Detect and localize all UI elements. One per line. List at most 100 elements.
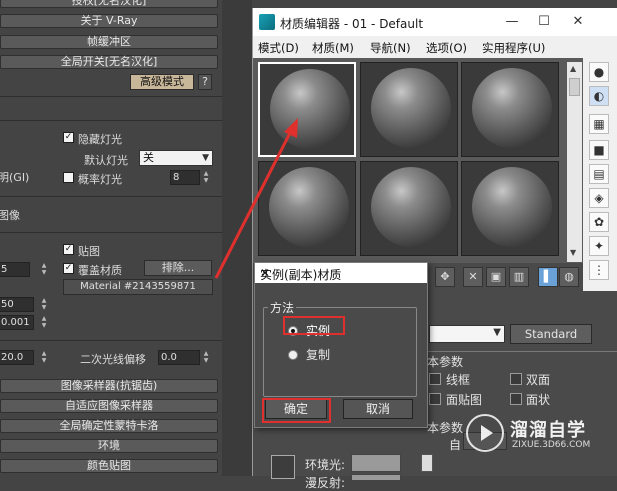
two-sided-checkbox[interactable] [510,373,522,385]
lock-ambient-diffuse-icon[interactable] [271,455,295,479]
menu-material[interactable]: 材质(M) [312,40,354,56]
rollout-global-dmc[interactable]: 全局确定性蒙特卡洛 [0,419,218,433]
video-color-icon[interactable]: ▤ [589,164,609,184]
material-sample-sphere [371,167,451,247]
options-icon[interactable]: ✿ [589,212,609,232]
spinner-icon[interactable]: ▲ ▼ [40,350,48,365]
material-sample-sphere [472,68,552,148]
default-lights-label: 默认灯光 [84,154,128,167]
secondary-ray-bias-field[interactable]: 0.0 [158,350,200,365]
advanced-mode-button[interactable]: 高级模式 [130,74,194,90]
show-in-viewport-icon[interactable]: ◍ [559,267,579,287]
3dsmax-app-icon [259,14,275,30]
diffuse-color-swatch[interactable] [351,474,401,480]
close-icon[interactable]: ✕ [260,266,421,280]
copy-radio[interactable] [288,350,298,360]
copy-option-label[interactable]: 复制 [306,346,330,363]
menu-mode[interactable]: 模式(D) [258,40,299,56]
scrollbar-thumb[interactable] [569,78,580,96]
reset-map-icon[interactable]: ✕ [463,267,483,287]
wire-checkbox[interactable] [429,373,441,385]
sample-uv-icon[interactable]: ■ [589,140,609,160]
viewport-strip [222,0,252,476]
material-sample-sphere [472,167,552,247]
material-slot-4[interactable] [258,161,356,256]
material-slot-1[interactable] [258,62,356,157]
help-button[interactable]: ? [198,74,212,90]
rollout-frame-buffer[interactable]: 帧缓冲区 [0,35,218,49]
probabilistic-lights-field[interactable]: 8 [170,170,200,185]
spinner-icon[interactable]: ▲ ▼ [202,170,210,185]
material-id-icon[interactable]: ▌ [538,267,558,287]
face-map-label: 面贴图 [446,393,483,407]
spinner-icon[interactable]: ▲ ▼ [40,262,48,277]
material-slot-2[interactable] [360,62,458,157]
material-sample-sphere [371,68,451,148]
spinner-icon[interactable]: ▲ ▼ [40,297,48,312]
menu-options[interactable]: 选项(O) [426,40,467,56]
play-logo-icon [466,414,504,452]
spinner-field[interactable]: 5 [0,262,30,277]
spinner-icon[interactable]: ▲ ▼ [202,350,210,365]
diffuse-label: 漫反射: [305,476,346,490]
default-lights-dropdown[interactable]: 关 ▼ [139,150,213,166]
put-to-library-icon[interactable]: ▥ [509,267,529,287]
menu-utilities[interactable]: 实用程序(U) [482,40,545,56]
rollout-authorization[interactable]: 授权[无名汉化] [0,0,218,8]
override-material-slot-button[interactable]: Material #2143559871 [63,279,213,295]
value-field-0001[interactable]: 0.001 [0,315,34,330]
rollout-environment[interactable]: 环境 [0,439,218,453]
maximize-icon[interactable]: ☐ [531,12,557,32]
ambient-map-button[interactable] [421,454,433,472]
material-editor-titlebar: 材质编辑器 - 01 - Default — ☐ ✕ [253,8,617,36]
exclude-button[interactable]: 排除... [144,260,212,276]
close-icon[interactable]: ✕ [565,12,591,32]
material-sample-sphere [269,167,349,247]
value-field-20[interactable]: 20.0 [0,350,34,365]
select-by-material-icon[interactable]: ✦ [589,236,609,256]
rollout-image-sampler[interactable]: 图像采样器(抗锯齿) [0,379,218,393]
hidden-lights-label: 隐藏灯光 [78,133,122,146]
material-slot-6[interactable] [461,161,559,256]
wire-label: 线框 [446,373,471,387]
material-type-button[interactable]: Standard [510,324,592,344]
rollout-global-switches[interactable]: 全局开关[无名汉化] [0,55,218,69]
material-slot-3[interactable] [461,62,559,157]
divider [0,96,222,97]
instance-highlight-box [283,316,345,335]
probabilistic-lights-checkbox[interactable] [63,172,74,183]
make-preview-icon[interactable]: ◈ [589,188,609,208]
assign-to-selection-icon[interactable]: ✥ [435,267,455,287]
override-material-label: 覆盖材质 [78,264,122,277]
image-section-label: 图像 [0,209,20,222]
backlight-icon[interactable]: ◐ [589,86,609,106]
material-name-field[interactable]: ▼ [429,325,505,343]
sample-slots-area [253,58,583,263]
material-map-navigator-icon[interactable]: ⋮ [589,260,609,280]
sample-type-icon[interactable]: ● [589,62,609,82]
chevron-down-icon: ▼ [202,153,209,163]
dialog-titlebar: 实例(副本)材质 ✕ [255,263,427,283]
menu-navigation[interactable]: 导航(N) [370,40,411,56]
slots-scrollbar[interactable]: ▲ ▼ [567,62,582,262]
override-material-checkbox[interactable]: ✓ [63,263,74,274]
faceted-checkbox[interactable] [510,393,522,405]
hidden-lights-checkbox[interactable]: ✓ [63,132,74,143]
rollout-about-vray[interactable]: 关于 V-Ray [0,14,218,28]
rollout-color-mapping[interactable]: 颜色贴图 [0,459,218,473]
material-slot-5[interactable] [360,161,458,256]
rollout-adaptive-sampler[interactable]: 自适应图像采样器 [0,399,218,413]
minimize-icon[interactable]: — [499,12,525,32]
divider [427,351,617,352]
maps-checkbox[interactable]: ✓ [63,244,74,255]
background-icon[interactable]: ▦ [589,114,609,134]
value-field-50[interactable]: 50 [0,297,34,312]
cancel-button[interactable]: 取消 [343,399,413,419]
divider [0,196,222,197]
face-map-checkbox[interactable] [429,393,441,405]
scroll-up-icon[interactable]: ▲ [570,64,576,73]
scroll-down-icon[interactable]: ▼ [570,248,576,257]
spinner-icon[interactable]: ▲ ▼ [40,315,48,330]
copy-material-icon[interactable]: ▣ [486,267,506,287]
ambient-color-swatch[interactable] [351,454,401,472]
